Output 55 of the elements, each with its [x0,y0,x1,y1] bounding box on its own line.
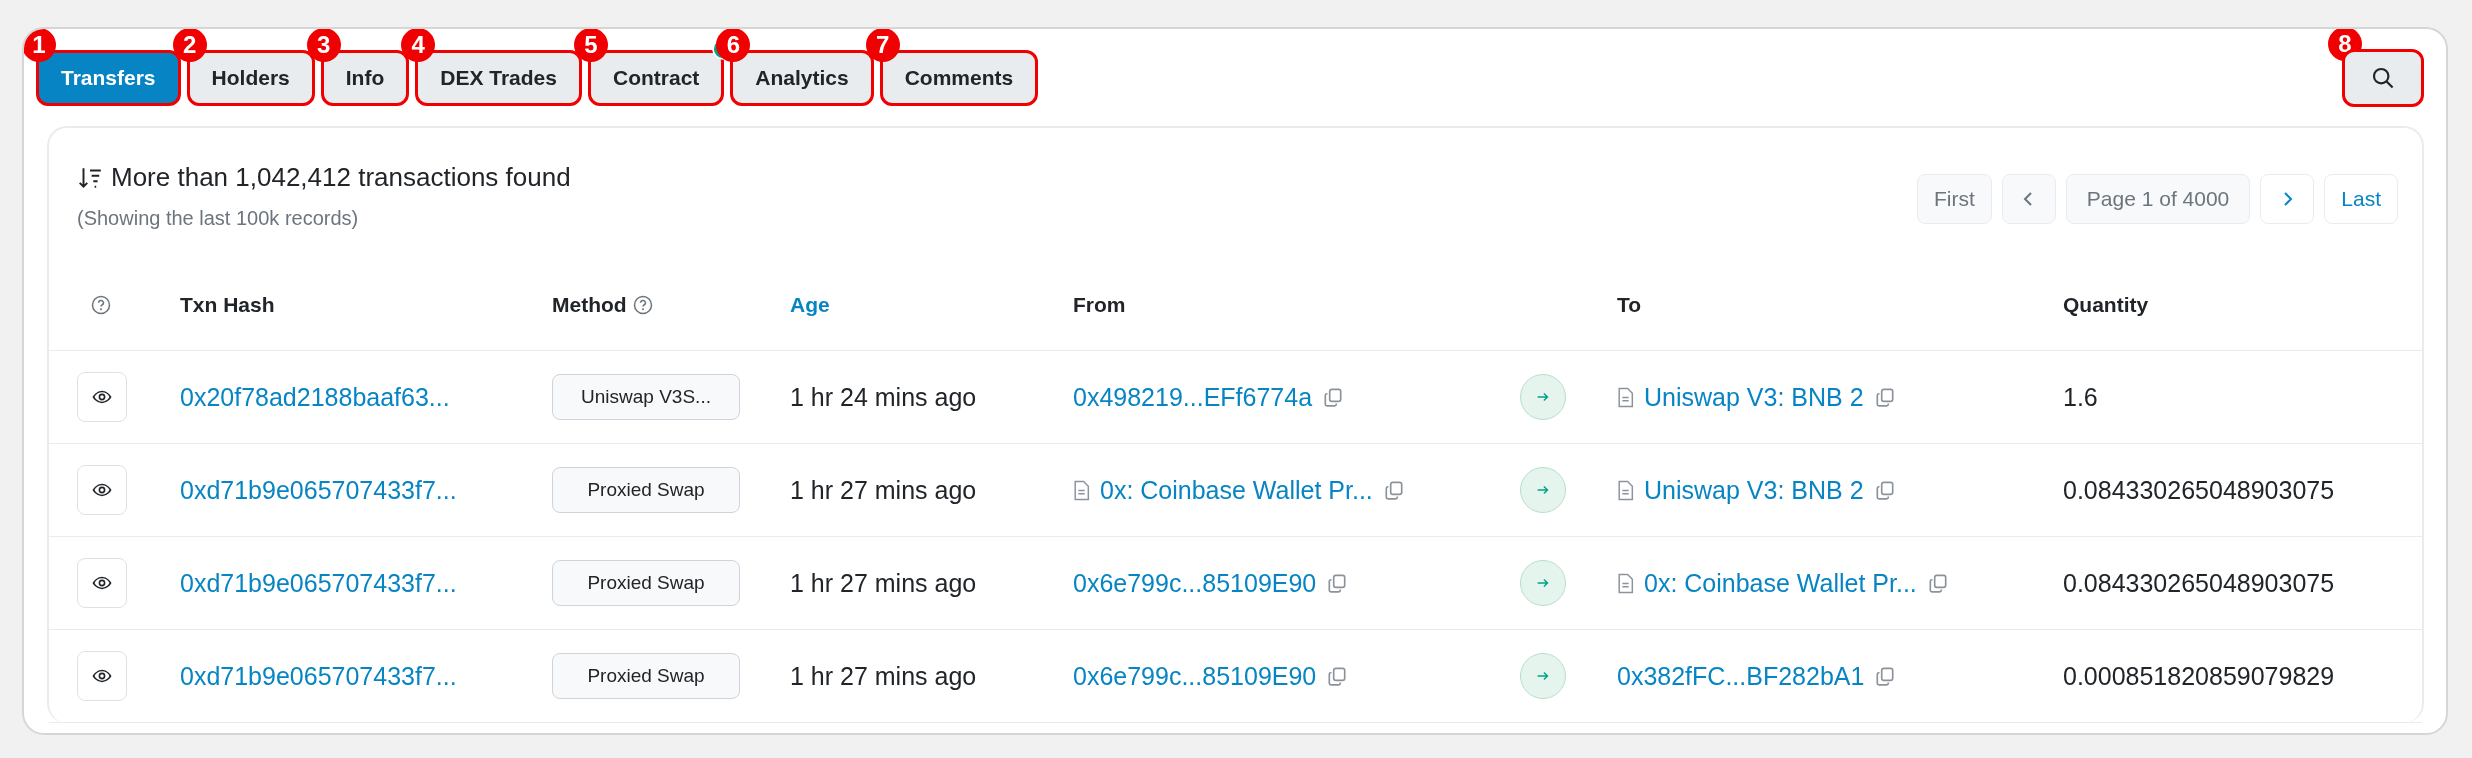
callout-badge: 5 [573,29,608,62]
age-text: 1 hr 24 mins ago [790,382,977,412]
address-link[interactable]: Uniswap V3: BNB 2 [1644,382,1864,412]
copy-icon[interactable] [1322,386,1345,408]
address-link[interactable]: 0x6e799c...85109E90 [1073,661,1317,691]
address-link[interactable]: 0x382fFC...BF282bA1 [1617,661,1865,691]
method-badge: Proxied Swap [552,653,740,699]
copy-icon[interactable] [1874,665,1897,687]
callout-badge: 7 [865,29,900,62]
address-link[interactable]: 0x6e799c...85109E90 [1073,568,1317,598]
transaction-hash-link[interactable]: 0xd71b9e065707433f7... [180,568,457,598]
column-header: To [1617,293,1642,317]
quantity-text: 0.000851820859079829 [2063,661,2335,691]
method-badge: Proxied Swap [552,560,740,606]
copy-icon[interactable] [1926,572,1949,594]
page-indicator: Page 1 of 4000 [2065,174,2251,224]
help-icon [91,295,111,315]
method-badge: Uniswap V3S... [552,374,740,420]
address-link[interactable]: 0x498219...EFf6774a [1073,382,1313,412]
callout-badge: 2 [172,29,207,62]
view-button[interactable] [77,651,127,701]
quantity-text: 0.084330265048903075 [2063,568,2335,598]
column-header: From [1073,293,1126,317]
callout-badge: 3 [306,29,341,62]
transactions-count: More than 1,042,412 transactions found [111,162,571,193]
address-link[interactable]: 0x: Coinbase Wallet Pr... [1644,568,1917,598]
transaction-hash-link[interactable]: 0xd71b9e065707433f7... [180,475,457,505]
copy-icon[interactable] [1382,479,1405,501]
copy-icon[interactable] [1873,479,1896,501]
age-text: 1 hr 27 mins ago [790,661,977,691]
transaction-hash-link[interactable]: 0x20f78ad2188baaf63... [180,382,450,412]
callout-badge: 1 [24,29,56,62]
quantity-text: 0.084330265048903075 [2063,475,2335,505]
column-header[interactable]: Age [790,293,830,317]
callout-badge: 6 [716,29,751,62]
quantity-text: 1.6 [2063,382,2098,412]
method-badge: Proxied Swap [552,467,740,513]
age-text: 1 hr 27 mins ago [790,475,977,505]
page-button[interactable]: Last [2324,174,2398,224]
view-button[interactable] [77,465,127,515]
column-header: Method [552,293,627,317]
address-link[interactable]: Uniswap V3: BNB 2 [1644,475,1864,505]
callout-badge: 4 [401,29,436,62]
records-note: (Showing the last 100k records) [77,207,360,230]
copy-icon[interactable] [1326,572,1349,594]
copy-icon[interactable] [1873,386,1896,408]
view-button[interactable] [77,558,127,608]
age-text: 1 hr 27 mins ago [790,568,977,598]
column-header: Quantity [2063,293,2149,317]
view-button[interactable] [77,372,127,422]
search-icon [2371,66,2395,90]
address-link[interactable]: 0x: Coinbase Wallet Pr... [1100,475,1373,505]
column-header: Txn Hash [180,293,275,317]
copy-icon[interactable] [1326,665,1349,687]
transaction-hash-link[interactable]: 0xd71b9e065707433f7... [180,661,457,691]
